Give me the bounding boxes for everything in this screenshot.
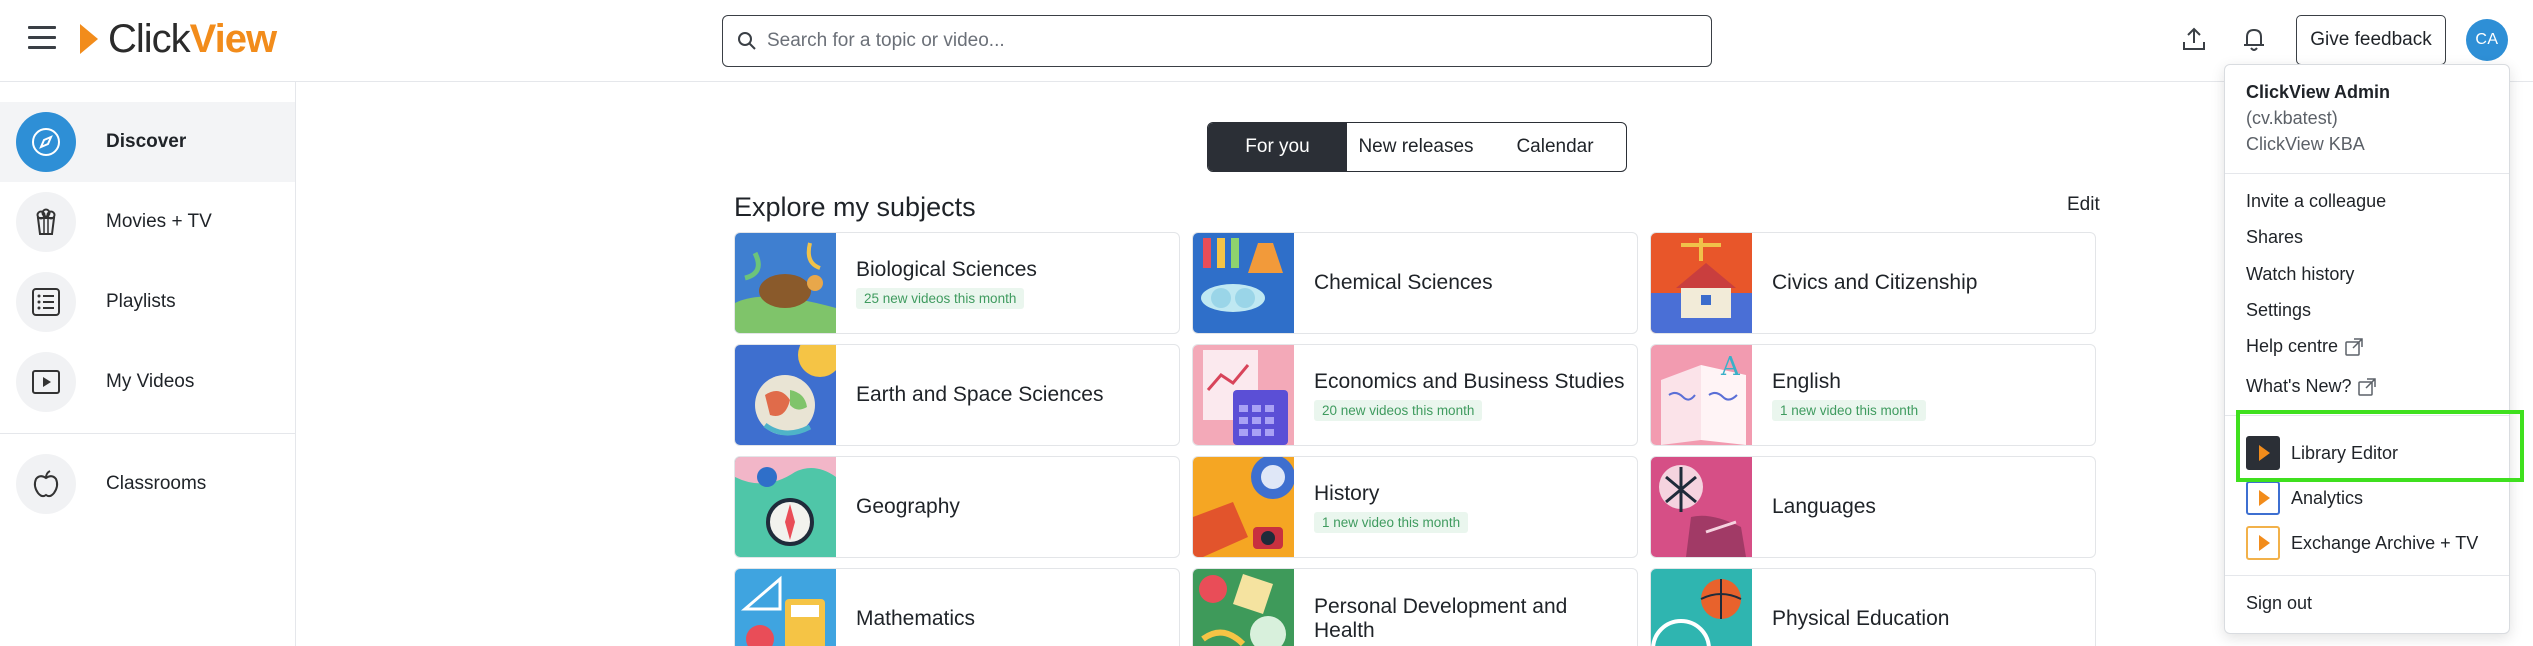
app-analytics[interactable]: Analytics bbox=[2246, 480, 2363, 516]
sidebar-item-movies-tv[interactable]: Movies + TV bbox=[0, 182, 295, 262]
new-videos-badge: 20 new videos this month bbox=[1314, 399, 1483, 421]
menu-divider bbox=[2225, 575, 2509, 576]
sports-ball-illustration bbox=[1651, 569, 1752, 646]
languages-illustration bbox=[1651, 457, 1752, 557]
logo-play-icon bbox=[80, 24, 98, 54]
apple-icon bbox=[16, 454, 76, 514]
sidebar-item-my-videos[interactable]: My Videos bbox=[0, 342, 295, 422]
compass-map-illustration bbox=[735, 457, 836, 557]
exchange-archive-icon bbox=[2246, 526, 2280, 560]
menu-divider bbox=[2225, 173, 2509, 174]
svg-text:A: A bbox=[1720, 352, 1741, 382]
external-link-icon bbox=[2358, 377, 2377, 396]
feed-tabs: For you New releases Calendar bbox=[1207, 122, 1627, 172]
search-bar[interactable] bbox=[722, 15, 1712, 67]
subject-card-physical-education[interactable]: Physical Education bbox=[1650, 568, 2096, 646]
user-info: ClickView Admin (cv.kbatest) ClickView K… bbox=[2246, 79, 2390, 157]
app-exchange-archive-tv[interactable]: Exchange Archive + TV bbox=[2246, 525, 2478, 561]
subject-name: Geography bbox=[856, 495, 960, 518]
sidebar-item-discover[interactable]: Discover bbox=[0, 102, 295, 182]
government-building-illustration bbox=[1651, 233, 1752, 333]
tab-new-releases[interactable]: New releases bbox=[1347, 123, 1485, 171]
top-header: ClickView Give feedback CA bbox=[0, 0, 2533, 82]
subject-name: History bbox=[1314, 481, 1380, 505]
health-illustration bbox=[1193, 569, 1294, 646]
compass-icon bbox=[16, 112, 76, 172]
subject-name: Languages bbox=[1772, 495, 1876, 518]
list-icon bbox=[16, 272, 76, 332]
user-avatar[interactable]: CA bbox=[2466, 19, 2508, 61]
subject-card-earth-and-space-sciences[interactable]: Earth and Space Sciences bbox=[734, 344, 1180, 446]
search-icon bbox=[738, 32, 756, 50]
geometry-tools-illustration bbox=[735, 569, 836, 646]
subject-name: Biological Sciences bbox=[856, 257, 1037, 281]
menu-item-help-centre[interactable]: Help centre bbox=[2246, 336, 2364, 357]
edit-subjects-link[interactable]: Edit bbox=[2067, 194, 2100, 216]
external-link-icon bbox=[2345, 337, 2363, 356]
highlight-box bbox=[2236, 410, 2524, 482]
user-username: (cv.kbatest) bbox=[2246, 108, 2338, 128]
subject-name: Chemical Sciences bbox=[1314, 271, 1493, 294]
calculator-chart-illustration bbox=[1193, 345, 1294, 445]
menu-item-whats-new[interactable]: What's New? bbox=[2246, 376, 2377, 397]
subject-card-chemical-sciences[interactable]: Chemical Sciences bbox=[1192, 232, 1638, 334]
subject-name: English bbox=[1772, 369, 1841, 393]
upload-icon[interactable] bbox=[2177, 22, 2211, 56]
subject-card-civics-and-citizenship[interactable]: Civics and Citizenship bbox=[1650, 232, 2096, 334]
subject-name: Personal Development and Health bbox=[1314, 595, 1568, 642]
hamburger-menu-icon[interactable] bbox=[28, 26, 56, 50]
open-book-illustration: A bbox=[1651, 345, 1752, 445]
subject-card-english[interactable]: A English 1 new video this month bbox=[1650, 344, 2096, 446]
subject-name: Economics and Business Studies bbox=[1314, 369, 1625, 393]
subject-card-history[interactable]: History 1 new video this month bbox=[1192, 456, 1638, 558]
sidebar-nav: Discover Movies + TV Playlists My Videos… bbox=[0, 82, 296, 646]
menu-item-sign-out[interactable]: Sign out bbox=[2246, 593, 2312, 614]
menu-item-settings[interactable]: Settings bbox=[2246, 300, 2311, 321]
new-videos-badge: 1 new video this month bbox=[1772, 399, 1927, 421]
lab-goggles-illustration bbox=[1193, 233, 1294, 333]
new-videos-badge: 1 new video this month bbox=[1314, 511, 1469, 533]
popcorn-icon bbox=[16, 192, 76, 252]
user-name: ClickView Admin bbox=[2246, 82, 2391, 102]
sidebar-item-playlists[interactable]: Playlists bbox=[0, 262, 295, 342]
subject-card-personal-development-and-health[interactable]: Personal Development and Health bbox=[1192, 568, 1638, 646]
new-videos-badge: 25 new videos this month bbox=[856, 287, 1025, 309]
subject-name: Physical Education bbox=[1772, 607, 1950, 630]
subject-card-mathematics[interactable]: Mathematics bbox=[734, 568, 1180, 646]
notification-bell-icon[interactable] bbox=[2237, 22, 2271, 56]
play-box-icon bbox=[16, 352, 76, 412]
subject-card-geography[interactable]: Geography bbox=[734, 456, 1180, 558]
menu-item-invite-colleague[interactable]: Invite a colleague bbox=[2246, 191, 2386, 212]
clickview-logo[interactable]: ClickView bbox=[80, 17, 277, 61]
search-input[interactable] bbox=[767, 30, 1667, 52]
analytics-icon bbox=[2246, 481, 2280, 515]
sidebar-item-classrooms[interactable]: Classrooms bbox=[0, 444, 295, 524]
sidebar-divider bbox=[0, 433, 295, 434]
subject-card-languages[interactable]: Languages bbox=[1650, 456, 2096, 558]
menu-item-shares[interactable]: Shares bbox=[2246, 227, 2303, 248]
menu-item-watch-history[interactable]: Watch history bbox=[2246, 264, 2354, 285]
user-organization: ClickView KBA bbox=[2246, 134, 2365, 154]
subject-card-biological-sciences[interactable]: Biological Sciences 25 new videos this m… bbox=[734, 232, 1180, 334]
tab-for-you[interactable]: For you bbox=[1208, 123, 1347, 171]
subject-name: Earth and Space Sciences bbox=[856, 383, 1104, 406]
tab-calendar[interactable]: Calendar bbox=[1485, 123, 1625, 171]
planet-earth-illustration bbox=[735, 345, 836, 445]
history-collage-illustration bbox=[1193, 457, 1294, 557]
subject-name: Civics and Citizenship bbox=[1772, 271, 1978, 294]
section-title: Explore my subjects bbox=[734, 192, 976, 222]
user-account-menu: ClickView Admin (cv.kbatest) ClickView K… bbox=[2224, 64, 2510, 634]
give-feedback-button[interactable]: Give feedback bbox=[2296, 15, 2446, 65]
turtle-illustration bbox=[735, 233, 836, 333]
subject-name: Mathematics bbox=[856, 607, 976, 630]
subject-card-economics-and-business-studies[interactable]: Economics and Business Studies 20 new vi… bbox=[1192, 344, 1638, 446]
